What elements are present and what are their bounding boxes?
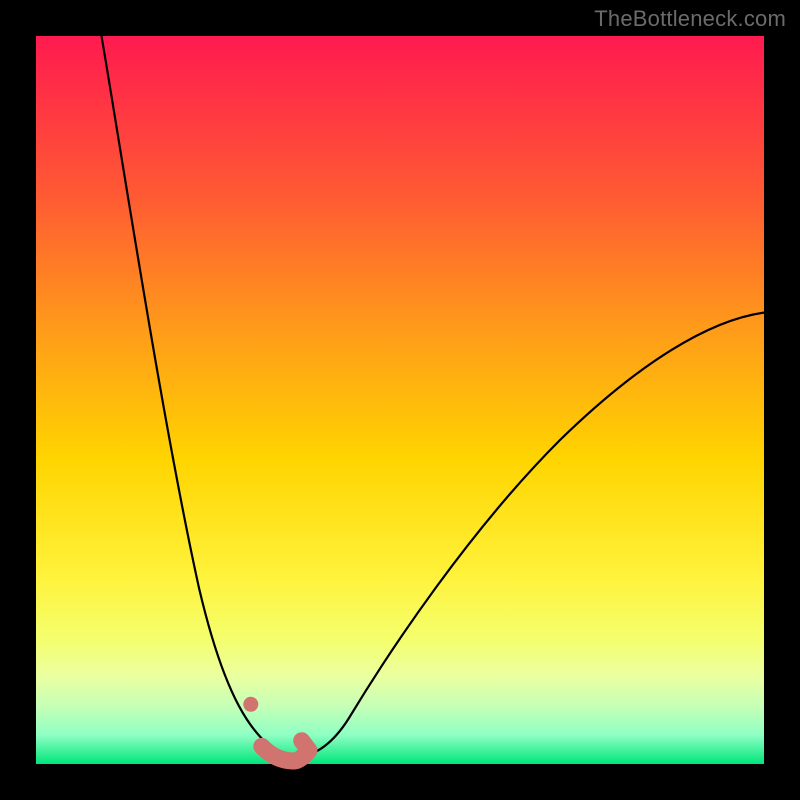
watermark-text: TheBottleneck.com	[594, 6, 786, 32]
chart-stage: TheBottleneck.com	[0, 0, 800, 800]
bottleneck-plot	[0, 0, 800, 800]
gradient-panel	[36, 36, 764, 764]
